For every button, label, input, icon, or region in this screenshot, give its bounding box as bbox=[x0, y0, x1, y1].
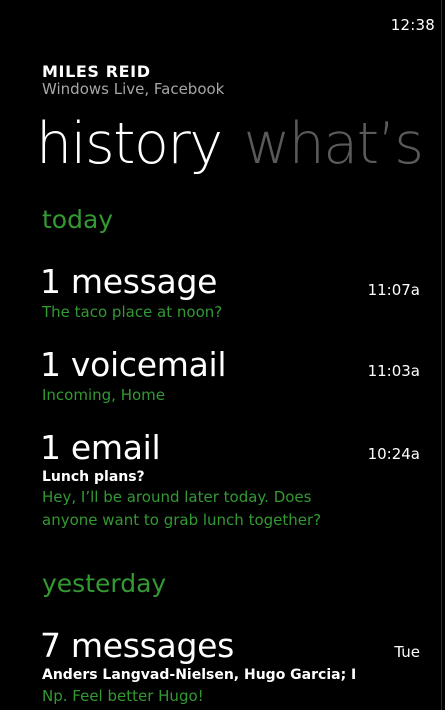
history-item-title: 1 message bbox=[40, 262, 218, 301]
contact-history-screen: 12:38 MILES REID Windows Live, Facebook … bbox=[0, 0, 445, 710]
history-item-time: 10:24a bbox=[367, 445, 420, 463]
history-item-preview-line: Hey, I’ll be around later today. Does bbox=[42, 488, 312, 506]
contact-sources: Windows Live, Facebook bbox=[42, 80, 225, 98]
history-item-time: Tue bbox=[394, 643, 420, 661]
pivot-tab-whats-new[interactable]: what’s ne bbox=[244, 111, 445, 177]
history-item-time: 11:03a bbox=[367, 362, 420, 380]
group-header-today: today bbox=[42, 205, 114, 234]
history-item-title: 7 messages bbox=[40, 626, 234, 665]
history-item-preview: Np. Feel better Hugo! bbox=[42, 687, 204, 705]
contact-name: MILES REID bbox=[42, 62, 151, 81]
group-header-yesterday: yesterday bbox=[42, 569, 167, 598]
history-item-preview-line: anyone want to grab lunch together? bbox=[42, 511, 322, 529]
history-item-subject: Lunch plans? bbox=[42, 469, 145, 485]
history-item-preview: The taco place at noon? bbox=[42, 303, 223, 321]
pivot-header: history what’s ne bbox=[36, 104, 445, 184]
pivot-tab-history[interactable]: history bbox=[36, 111, 223, 177]
history-item-title: 1 voicemail bbox=[40, 345, 227, 384]
status-bar-clock: 12:38 bbox=[390, 16, 435, 34]
history-item-preview: Hey, I’ll be around later today. Does an… bbox=[42, 486, 372, 532]
history-item-time: 11:07a bbox=[367, 281, 420, 299]
history-item-preview: Incoming, Home bbox=[42, 386, 165, 404]
history-item-participants: Anders Langvad-Nielsen, Hugo Garcia; I bbox=[42, 667, 357, 683]
history-item-title: 1 email bbox=[40, 428, 161, 467]
